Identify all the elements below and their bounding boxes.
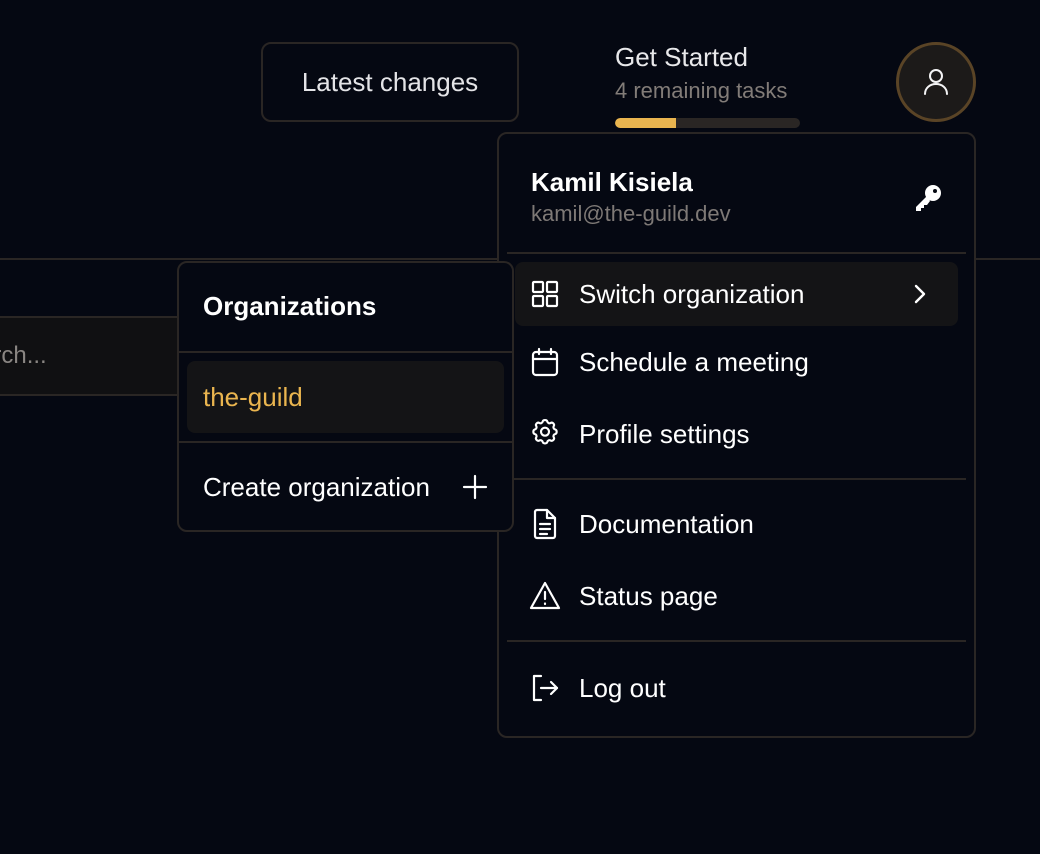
get-started-widget[interactable]: Get Started 4 remaining tasks: [615, 40, 815, 128]
menu-separator: [179, 351, 512, 353]
menu-item-documentation[interactable]: Documentation: [515, 492, 958, 556]
grid-icon: [529, 278, 561, 310]
menu-item-label: Profile settings: [579, 418, 750, 449]
get-started-progress-fill: [615, 118, 677, 128]
latest-changes-button[interactable]: Latest changes: [261, 42, 519, 122]
menu-item-profile-settings[interactable]: Profile settings: [515, 402, 958, 466]
search-placeholder: arch...: [0, 342, 47, 369]
menu-item-schedule-meeting[interactable]: Schedule a meeting: [515, 330, 958, 394]
gear-icon: [529, 418, 561, 450]
calendar-icon: [529, 346, 561, 378]
create-organization-button[interactable]: Create organization: [179, 443, 512, 531]
menu-item-label: Log out: [579, 672, 666, 703]
user-name: Kamil Kisiela: [531, 167, 693, 197]
user-menu-header: Kamil Kisiela kamil@the-guild.dev: [499, 134, 974, 252]
get-started-subtitle: 4 remaining tasks: [615, 78, 788, 103]
menu-item-switch-organization[interactable]: Switch organization: [515, 262, 958, 326]
key-icon: [916, 185, 941, 211]
chevron-right-icon: [914, 284, 926, 304]
document-icon: [529, 508, 561, 540]
get-started-title: Get Started: [615, 42, 748, 72]
organization-item-the-guild[interactable]: the-guild: [187, 361, 504, 433]
search-input[interactable]: arch...: [0, 316, 180, 396]
warning-icon: [529, 580, 561, 612]
organizations-title: Organizations: [203, 291, 377, 321]
organizations-submenu: Organizations the-guild Create organizat…: [177, 261, 514, 532]
get-started-progress-bar: [615, 118, 800, 128]
menu-item-label: Documentation: [579, 508, 754, 539]
menu-item-label: Schedule a meeting: [579, 346, 809, 377]
page: arch... Latest changes Get Started 4 rem…: [0, 0, 1040, 854]
create-organization-label: Create organization: [203, 471, 430, 502]
logout-icon: [529, 672, 561, 704]
menu-item-log-out[interactable]: Log out: [515, 656, 958, 720]
menu-item-label: Status page: [579, 580, 718, 611]
user-icon: [924, 69, 948, 95]
user-menu: Kamil Kisiela kamil@the-guild.dev Switch…: [497, 132, 976, 738]
plus-icon: [462, 474, 488, 500]
menu-item-status-page[interactable]: Status page: [515, 564, 958, 628]
menu-item-label: Switch organization: [579, 278, 805, 309]
avatar-button[interactable]: [896, 42, 976, 122]
user-email: kamil@the-guild.dev: [531, 201, 731, 226]
